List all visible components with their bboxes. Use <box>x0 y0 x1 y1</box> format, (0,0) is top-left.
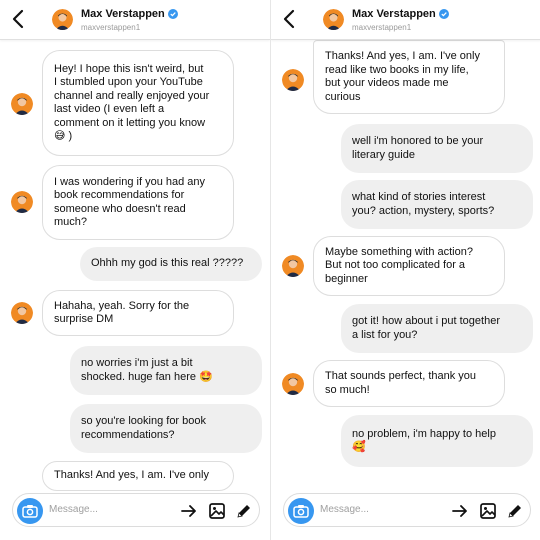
sender-avatar <box>11 191 33 213</box>
received-message[interactable]: That sounds perfect, thank you so much! <box>313 360 505 407</box>
gallery-icon[interactable] <box>208 502 226 520</box>
sent-message[interactable]: no problem, i'm happy to help 🥰 <box>341 415 533 467</box>
header-avatar[interactable] <box>323 9 344 30</box>
camera-button[interactable] <box>17 498 43 524</box>
sent-message[interactable]: what kind of stories interest you? actio… <box>341 180 533 229</box>
received-message[interactable]: Hahaha, yeah. Sorry for the surprise DM <box>42 290 234 336</box>
screenshot-collage: Max Verstappen maxverstappen1 Hey! I hop… <box>0 0 540 540</box>
chat-header: Max Verstappen maxverstappen1 <box>271 0 540 40</box>
sender-avatar <box>282 373 304 395</box>
back-arrow-icon[interactable] <box>8 8 30 30</box>
send-arrow-icon[interactable] <box>451 502 469 520</box>
contact-username: maxverstappen1 <box>352 23 412 32</box>
back-arrow-icon[interactable] <box>279 8 301 30</box>
verified-badge-icon <box>167 9 178 19</box>
received-message[interactable]: Thanks! And yes, I am. I've only <box>42 461 234 491</box>
chat-screen-right: Max Verstappen maxverstappen1 Thanks! An… <box>270 0 540 540</box>
camera-icon <box>293 505 309 518</box>
pencil-icon[interactable] <box>506 502 524 520</box>
sent-message[interactable]: so you're looking for book recommendatio… <box>70 404 262 453</box>
camera-icon <box>22 505 38 518</box>
received-message[interactable]: Maybe something with action? But not too… <box>313 236 505 296</box>
message-input[interactable]: Message... <box>49 504 98 515</box>
sent-message[interactable]: well i'm honored to be your literary gui… <box>341 124 533 173</box>
contact-username: maxverstappen1 <box>81 23 141 32</box>
message-input[interactable]: Message... <box>320 504 369 515</box>
camera-button[interactable] <box>288 498 314 524</box>
contact-name[interactable]: Max Verstappen <box>352 8 449 20</box>
message-composer: Message... <box>283 493 531 527</box>
sent-message[interactable]: got it! how about i put together a list … <box>341 304 533 353</box>
received-message[interactable]: Hey! I hope this isn't weird, but I stum… <box>42 50 234 156</box>
sent-message[interactable]: Ohhh my god is this real ????? <box>80 247 262 281</box>
send-arrow-icon[interactable] <box>180 502 198 520</box>
verified-badge-icon <box>438 9 449 19</box>
sent-message[interactable]: no worries i'm just a bit shocked. huge … <box>70 346 262 395</box>
sender-avatar <box>282 255 304 277</box>
pencil-icon[interactable] <box>235 502 253 520</box>
contact-name[interactable]: Max Verstappen <box>81 8 178 20</box>
sender-avatar <box>11 302 33 324</box>
chat-header: Max Verstappen maxverstappen1 <box>0 0 270 40</box>
message-composer: Message... <box>12 493 260 527</box>
sender-avatar <box>11 93 33 115</box>
header-avatar[interactable] <box>52 9 73 30</box>
chat-screen-left: Max Verstappen maxverstappen1 Hey! I hop… <box>0 0 270 540</box>
received-message[interactable]: Thanks! And yes, I am. I've only read li… <box>313 40 505 114</box>
gallery-icon[interactable] <box>479 502 497 520</box>
sender-avatar <box>282 69 304 91</box>
received-message[interactable]: I was wondering if you had any book reco… <box>42 165 234 240</box>
